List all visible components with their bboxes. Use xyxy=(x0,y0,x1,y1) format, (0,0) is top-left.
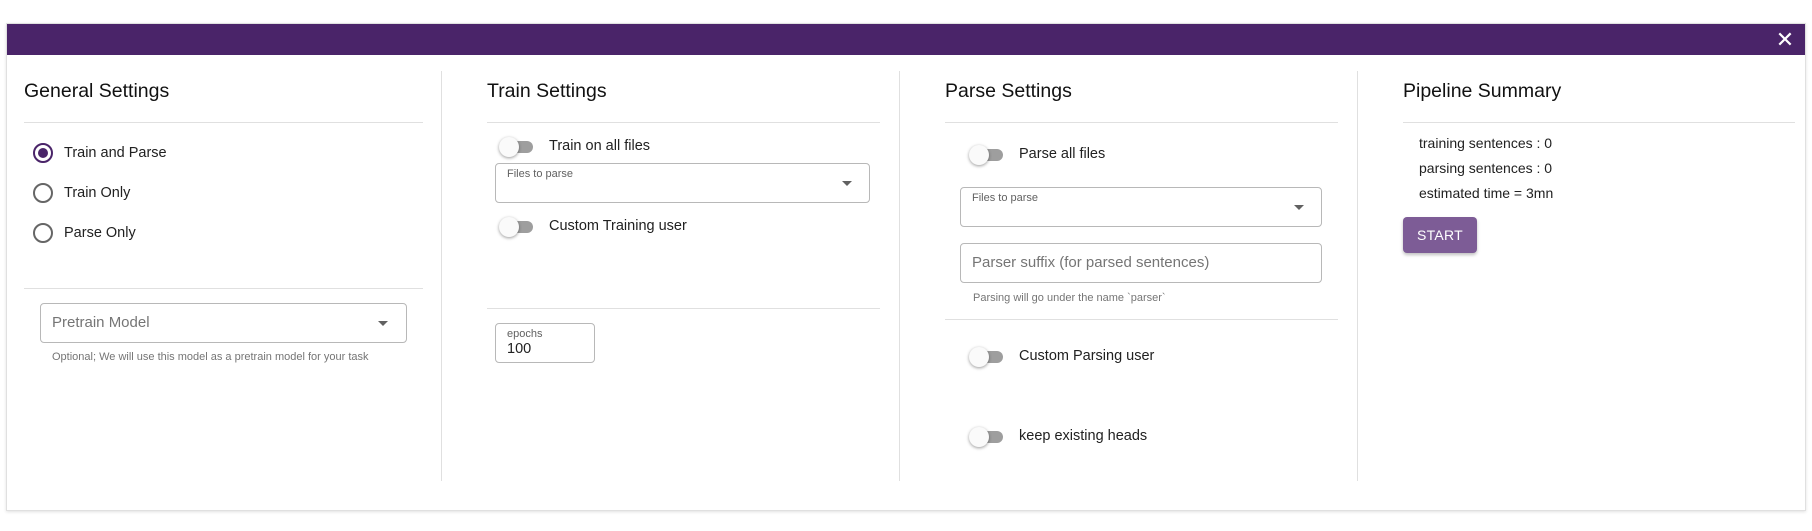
radio-train-and-parse[interactable]: Train and Parse xyxy=(33,141,167,165)
settings-columns: General Settings Train and Parse Train O… xyxy=(7,55,1806,481)
epochs-field[interactable]: epochs 100 xyxy=(495,323,595,363)
radio-checked-icon xyxy=(33,143,53,163)
chevron-down-icon xyxy=(1294,205,1304,210)
epochs-label: epochs xyxy=(507,328,543,340)
radio-label: Train and Parse xyxy=(64,145,167,161)
toggle-switch xyxy=(969,346,1005,367)
divider xyxy=(24,122,423,123)
toggle-switch xyxy=(969,426,1005,447)
custom-parsing-user-toggle[interactable]: Custom Parsing user xyxy=(969,344,1154,368)
epochs-value: 100 xyxy=(507,341,532,357)
parser-suffix-input[interactable]: Parser suffix (for parsed sentences) xyxy=(960,243,1322,283)
divider xyxy=(487,308,880,309)
train-settings-title: Train Settings xyxy=(487,80,607,102)
start-button[interactable]: START xyxy=(1403,217,1477,253)
keep-existing-heads-toggle[interactable]: keep existing heads xyxy=(969,424,1147,448)
toggle-label: Custom Training user xyxy=(549,218,687,234)
dialog-titlebar: ✕ xyxy=(7,24,1805,55)
parser-suffix-placeholder: Parser suffix (for parsed sentences) xyxy=(972,254,1210,271)
chevron-down-icon xyxy=(378,321,388,326)
toggle-label: Train on all files xyxy=(549,138,651,154)
divider xyxy=(1403,122,1795,123)
train-settings-panel: Train Settings Train on all files Files … xyxy=(442,55,899,480)
toggle-label: Parse all files xyxy=(1019,146,1106,162)
pretrain-model-placeholder: Pretrain Model xyxy=(52,314,150,331)
divider xyxy=(487,122,880,123)
divider xyxy=(24,288,423,289)
parse-all-files-toggle[interactable]: Parse all files xyxy=(969,142,1105,166)
pipeline-dialog: ✕ General Settings Train and Parse Train… xyxy=(6,23,1806,511)
pipeline-summary-title: Pipeline Summary xyxy=(1403,80,1562,102)
custom-training-user-toggle[interactable]: Custom Training user xyxy=(499,214,687,238)
training-sentences-count: training sentences : 0 xyxy=(1419,135,1553,151)
pretrain-model-select[interactable]: Pretrain Model xyxy=(40,303,407,343)
train-files-select[interactable]: Files to parse xyxy=(495,163,870,203)
parse-files-select[interactable]: Files to parse xyxy=(960,187,1322,227)
toggle-switch xyxy=(499,136,535,157)
radio-train-only[interactable]: Train Only xyxy=(33,181,130,205)
toggle-label: Custom Parsing user xyxy=(1019,348,1155,364)
parse-settings-panel: Parse Settings Parse all files Files to … xyxy=(900,55,1357,480)
toggle-label: keep existing heads xyxy=(1019,428,1148,444)
parser-suffix-helper: Parsing will go under the name `parser` xyxy=(973,292,1166,304)
toggle-switch xyxy=(499,216,535,237)
parse-settings-title: Parse Settings xyxy=(945,80,1072,102)
train-files-label: Files to parse xyxy=(507,168,574,180)
train-all-files-toggle[interactable]: Train on all files xyxy=(499,134,650,158)
chevron-down-icon xyxy=(842,181,852,186)
radio-label: Parse Only xyxy=(64,225,136,241)
pretrain-model-helper: Optional; We will use this model as a pr… xyxy=(52,351,369,363)
radio-label: Train Only xyxy=(64,185,131,201)
radio-unchecked-icon xyxy=(33,183,53,203)
general-settings-title: General Settings xyxy=(24,80,170,102)
radio-unchecked-icon xyxy=(33,223,53,243)
parse-files-label: Files to parse xyxy=(972,192,1039,204)
close-icon[interactable]: ✕ xyxy=(1773,28,1797,52)
parsing-sentences-count: parsing sentences : 0 xyxy=(1419,160,1553,176)
radio-parse-only[interactable]: Parse Only xyxy=(33,221,136,245)
pipeline-summary-panel: Pipeline Summary training sentences : 0 … xyxy=(1358,55,1806,480)
general-settings-panel: General Settings Train and Parse Train O… xyxy=(7,55,441,480)
divider xyxy=(945,122,1338,123)
toggle-switch xyxy=(969,144,1005,165)
divider xyxy=(945,319,1338,320)
estimated-time: estimated time = 3mn xyxy=(1419,185,1554,201)
